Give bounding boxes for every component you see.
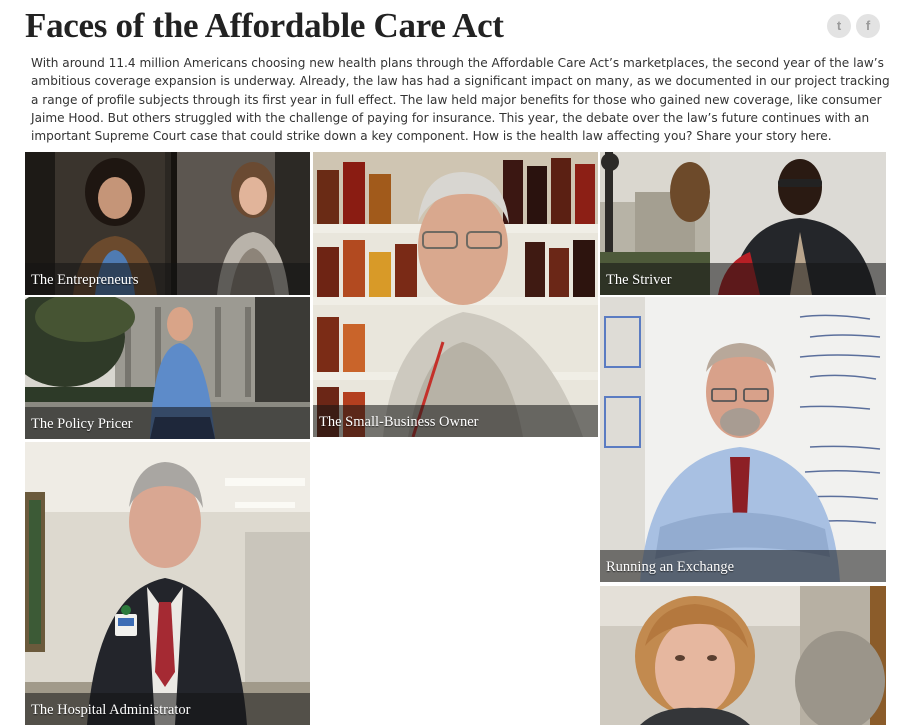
page: Faces of the Affordable Care Act t f Wit… (0, 0, 913, 725)
facebook-share-button[interactable]: f (856, 14, 880, 38)
profile-label: The Entrepreneurs (31, 272, 139, 288)
twitter-icon: t (836, 18, 842, 33)
page-title: Faces of the Affordable Care Act (25, 6, 504, 45)
profile-tile-running-an-exchange[interactable]: Running an Exchange (600, 297, 886, 582)
profile-tile-striver[interactable]: The Striver (600, 152, 886, 295)
profile-tile-entrepreneurs[interactable]: The Entrepreneurs (25, 152, 310, 295)
profile-tile-hospital-administrator[interactable]: The Hospital Administrator (25, 442, 310, 725)
share-story-link[interactable]: Share your story here. (696, 129, 831, 143)
profile-label: The Striver (606, 272, 672, 288)
caption-bar: The Entrepreneurs (25, 263, 310, 295)
profile-tile-partial[interactable] (600, 586, 886, 725)
running-an-exchange-photo (600, 297, 886, 582)
facebook-icon: f (865, 18, 871, 33)
profile-label: The Policy Pricer (31, 416, 133, 432)
hospital-administrator-photo (25, 442, 310, 725)
caption-bar: The Small-Business Owner (313, 405, 598, 437)
caption-bar: The Striver (600, 263, 886, 295)
caption-bar: The Hospital Administrator (25, 693, 310, 725)
profile-label: The Hospital Administrator (31, 702, 191, 718)
partial-profile-photo (600, 586, 886, 725)
intro-paragraph: With around 11.4 million Americans choos… (31, 54, 893, 145)
caption-bar: Running an Exchange (600, 550, 886, 582)
caption-bar: The Policy Pricer (25, 407, 310, 439)
profile-tile-small-business-owner[interactable]: The Small-Business Owner (313, 152, 598, 437)
profile-label: Running an Exchange (606, 559, 735, 575)
profile-label: The Small-Business Owner (319, 414, 479, 430)
twitter-share-button[interactable]: t (827, 14, 851, 38)
small-business-owner-photo (313, 152, 598, 437)
profile-tile-policy-pricer[interactable]: The Policy Pricer (25, 297, 310, 439)
